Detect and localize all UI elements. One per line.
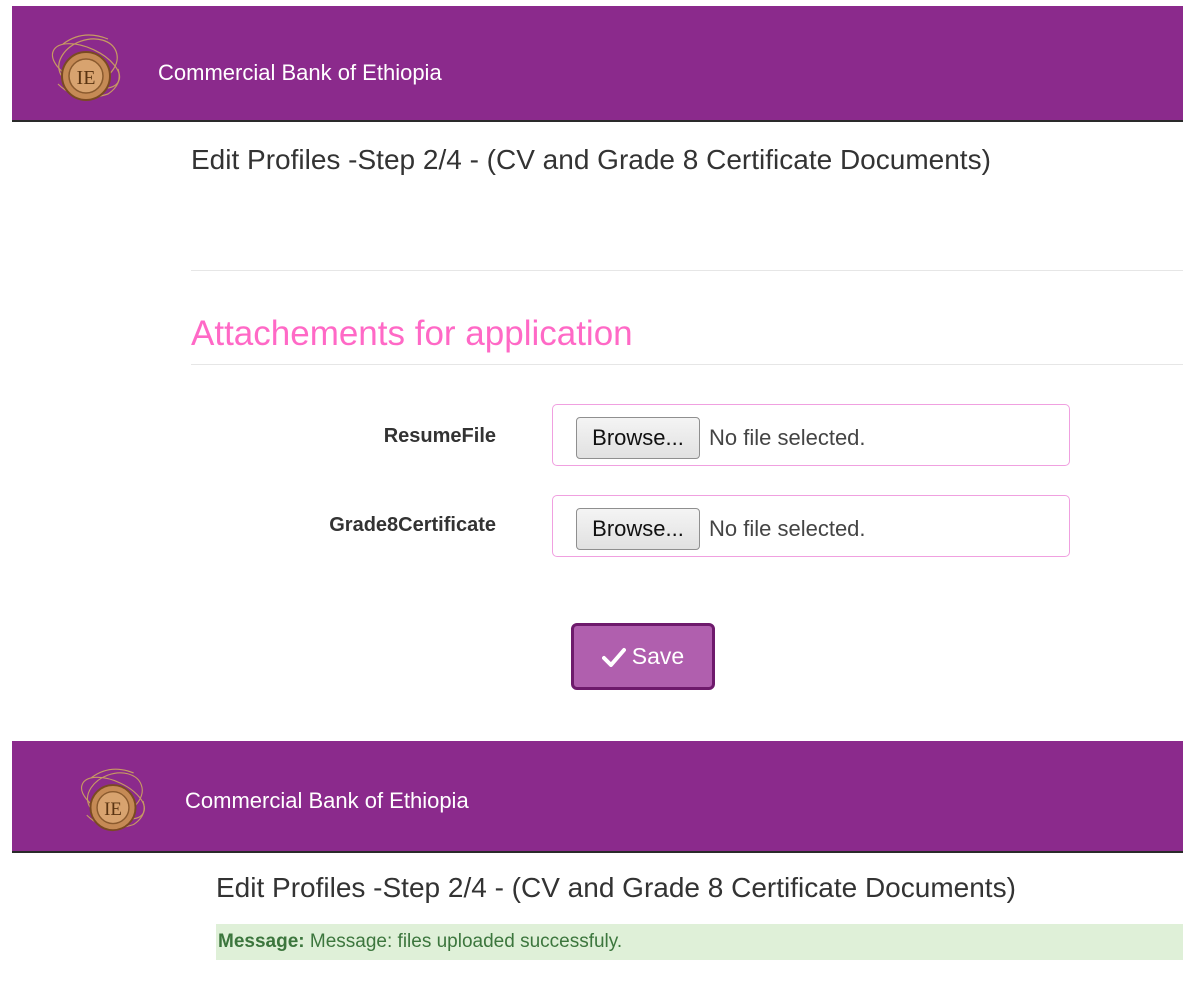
checkmark-icon — [601, 647, 626, 667]
page-title: Edit Profiles -Step 2/4 - (CV and Grade … — [191, 144, 991, 175]
resume-file-label: ResumeFile — [383, 425, 496, 447]
svg-text:IE: IE — [104, 799, 122, 820]
grade8-certificate-input[interactable]: Browse... No file selected. — [552, 495, 1070, 557]
bank-emblem-logo[interactable]: IE — [68, 757, 158, 847]
grade8-certificate-label: Grade8Certificate — [329, 514, 496, 536]
save-button[interactable]: Save — [571, 623, 715, 690]
bank-emblem-logo[interactable]: IE — [38, 24, 134, 116]
brand-name[interactable]: Commercial Bank of Ethiopia — [158, 60, 442, 86]
grade8-file-status: No file selected. — [709, 516, 866, 541]
resume-file-status: No file selected. — [709, 425, 866, 450]
resume-browse-button[interactable]: Browse... — [576, 417, 700, 459]
save-button-label: Save — [631, 643, 685, 669]
resume-file-input[interactable]: Browse... No file selected. — [552, 404, 1070, 466]
section-title: Attachements for application — [191, 314, 633, 353]
divider — [191, 364, 1183, 365]
top-navbar: IE Commercial Bank of Ethiopia — [12, 6, 1183, 122]
message-text: Message: files uploaded successfuly. — [309, 931, 623, 952]
brand-name[interactable]: Commercial Bank of Ethiopia — [185, 788, 469, 814]
message-label: Message: — [218, 931, 305, 952]
grade8-browse-button[interactable]: Browse... — [576, 508, 700, 550]
bottom-navbar: IE Commercial Bank of Ethiopia — [12, 741, 1183, 853]
page-title: Edit Profiles -Step 2/4 - (CV and Grade … — [216, 872, 1016, 903]
divider — [191, 270, 1183, 271]
success-message: Message: Message: files uploaded success… — [216, 924, 1183, 960]
svg-text:IE: IE — [77, 67, 96, 89]
